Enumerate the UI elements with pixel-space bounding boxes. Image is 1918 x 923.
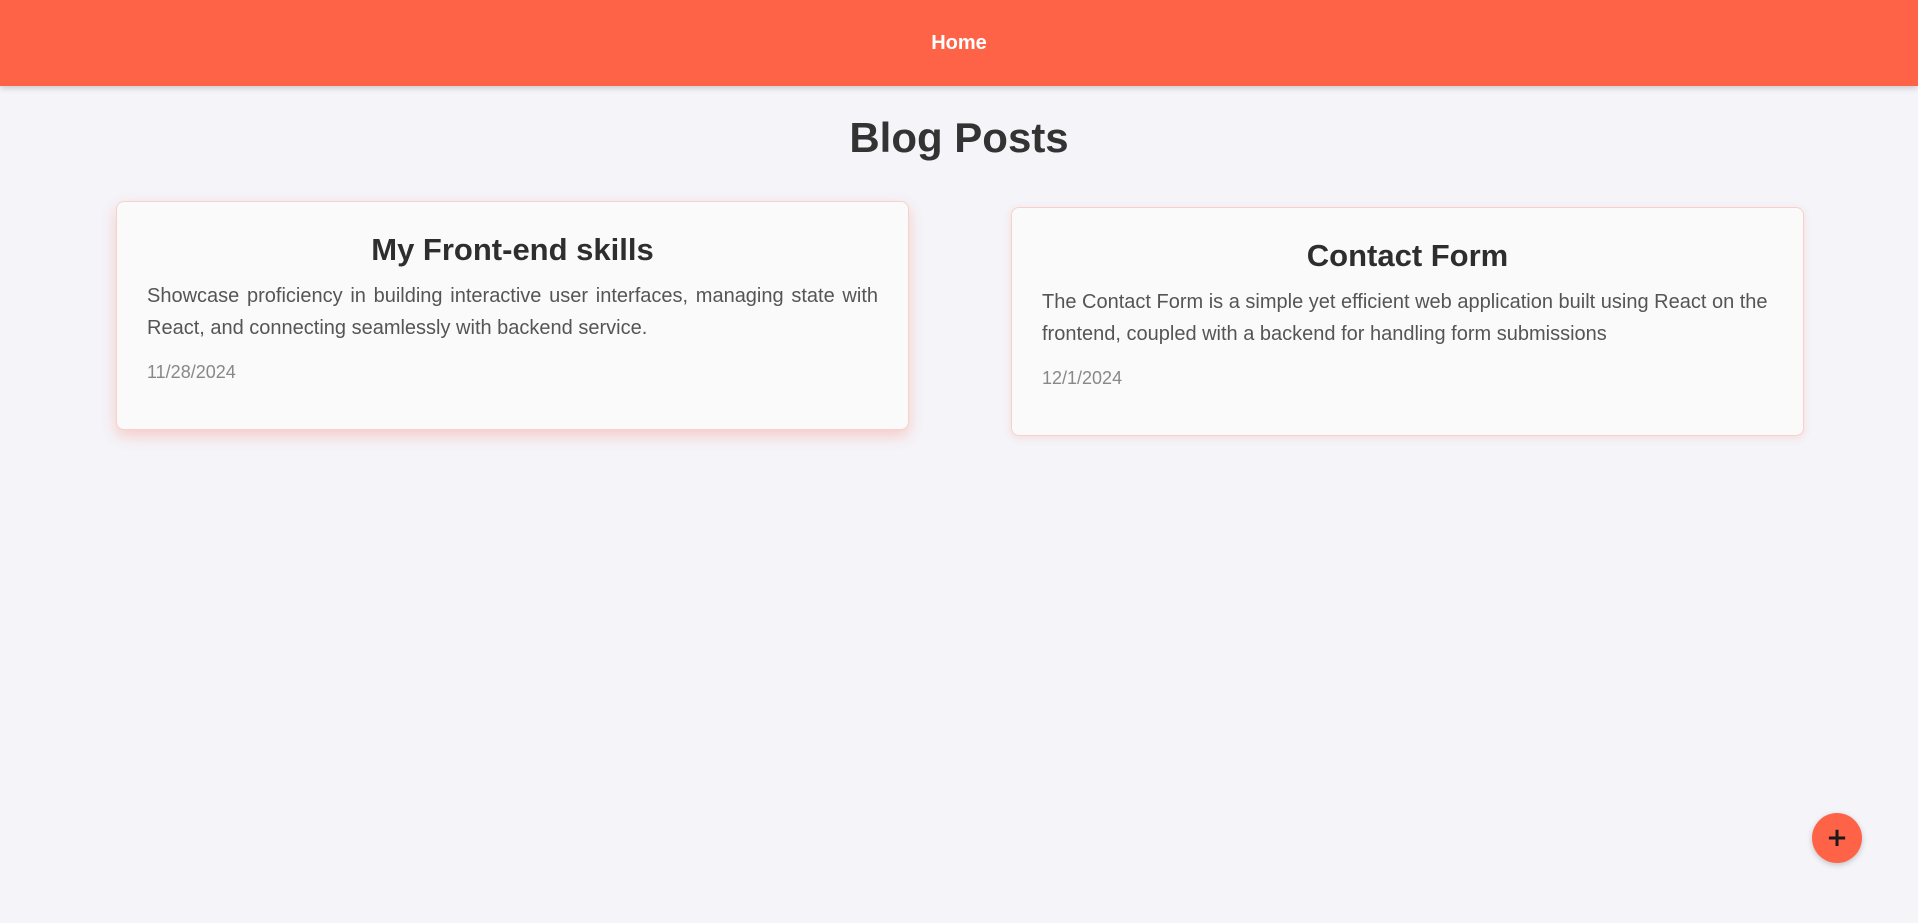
post-title: My Front-end skills: [371, 232, 654, 267]
nav-home-link[interactable]: Home: [931, 32, 987, 55]
page-title: Blog Posts: [849, 114, 1069, 161]
top-navbar: Home: [0, 0, 1918, 86]
post-title: Contact Form: [1306, 238, 1509, 273]
blog-post-card[interactable]: Contact Form The Contact Form is a simpl…: [1011, 207, 1804, 436]
plus-icon: +: [1826, 823, 1848, 853]
post-date: 12/1/2024: [1042, 368, 1123, 388]
post-body: The Contact Form is a simple yet efficie…: [1042, 291, 1768, 345]
blog-post-card[interactable]: My Front-end skills Showcase proficiency…: [116, 201, 909, 430]
post-body: Showcase proficiency in building interac…: [147, 285, 878, 339]
post-date: 11/28/2024: [147, 362, 236, 382]
add-post-button[interactable]: +: [1812, 813, 1862, 863]
